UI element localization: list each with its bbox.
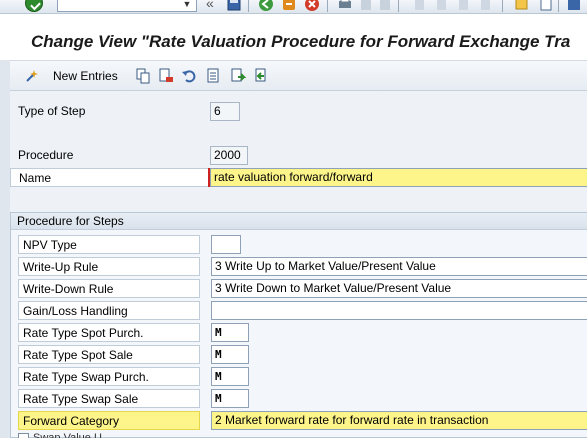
copy-icon[interactable] xyxy=(135,68,151,84)
procedure-for-steps-group: Procedure for Steps NPV Type Write-Up Ru… xyxy=(10,212,587,438)
create-session-icon[interactable] xyxy=(514,0,530,12)
last-page-icon[interactable] xyxy=(478,0,494,12)
new-entries-label: New Entries xyxy=(53,69,118,83)
system-toolbar: ▼ « xyxy=(0,0,587,14)
type-of-step-field[interactable]: 6 xyxy=(210,102,240,121)
name-label: Name xyxy=(10,168,210,187)
enter-icon[interactable] xyxy=(25,0,43,12)
rate-type-spot-purch-label: Rate Type Spot Purch. xyxy=(18,323,200,342)
forward-category-label: Forward Category xyxy=(18,411,200,430)
rate-type-swap-sale-field[interactable]: M xyxy=(211,389,249,408)
exit-icon[interactable] xyxy=(281,0,297,12)
rate-type-swap-purch-field[interactable]: M xyxy=(211,367,249,386)
chevron-down-icon[interactable]: ▼ xyxy=(180,0,194,11)
next-entry-icon[interactable] xyxy=(230,68,246,84)
rate-type-spot-sale-field[interactable]: M xyxy=(211,345,249,364)
delete-icon[interactable] xyxy=(158,68,174,84)
previous-entry-icon[interactable] xyxy=(254,68,270,84)
procedure-field[interactable]: 2000 xyxy=(210,146,248,165)
swap-value-checkbox[interactable] xyxy=(18,433,29,438)
title-bar: Change View "Rate Valuation Procedure fo… xyxy=(0,14,587,60)
new-entries-icon xyxy=(26,70,38,82)
main-content: Type of Step 6 Procedure 2000 Name rate … xyxy=(10,91,587,438)
application-toolbar: New Entries xyxy=(10,60,587,91)
name-field[interactable]: rate valuation forward/forward xyxy=(210,168,587,187)
save-icon[interactable] xyxy=(226,0,242,12)
page-title: Change View "Rate Valuation Procedure fo… xyxy=(31,32,571,51)
rate-type-swap-purch-label: Rate Type Swap Purch. xyxy=(18,367,200,386)
write-down-rule-label: Write-Down Rule xyxy=(18,279,200,298)
procedure-label: Procedure xyxy=(18,148,74,162)
rate-type-spot-purch-field[interactable]: M xyxy=(211,323,249,342)
new-entries-button[interactable]: New Entries xyxy=(25,66,118,86)
swap-value-label: Swap Value U... xyxy=(33,432,112,438)
gain-loss-handling-field[interactable] xyxy=(211,301,587,320)
find-icon[interactable] xyxy=(358,0,374,12)
previous-page-icon[interactable] xyxy=(434,0,450,12)
first-page-icon[interactable] xyxy=(412,0,428,12)
collapse-command-icon[interactable]: « xyxy=(206,0,214,11)
shortcut-icon[interactable] xyxy=(538,0,554,12)
rate-type-swap-sale-label: Rate Type Swap Sale xyxy=(18,389,200,408)
cancel-icon[interactable] xyxy=(304,0,320,12)
npv-type-field[interactable] xyxy=(211,235,241,254)
help-icon[interactable] xyxy=(566,0,582,12)
select-all-icon[interactable] xyxy=(206,68,222,84)
forward-category-field[interactable]: 2 Market forward rate for forward rate i… xyxy=(211,411,587,430)
command-field[interactable] xyxy=(57,0,197,12)
print-icon[interactable] xyxy=(337,0,353,12)
write-up-rule-label: Write-Up Rule xyxy=(18,257,200,276)
find-next-icon[interactable] xyxy=(377,0,393,12)
back-icon[interactable] xyxy=(258,0,274,12)
write-down-rule-field[interactable]: 3 Write Down to Market Value/Present Val… xyxy=(211,279,587,298)
npv-type-label: NPV Type xyxy=(18,235,200,254)
left-border-strip xyxy=(0,14,10,438)
next-page-icon[interactable] xyxy=(456,0,472,12)
write-up-rule-field[interactable]: 3 Write Up to Market Value/Present Value xyxy=(211,257,587,276)
group-title: Procedure for Steps xyxy=(11,213,587,230)
gain-loss-handling-label: Gain/Loss Handling xyxy=(18,301,200,320)
undo-icon[interactable] xyxy=(181,68,197,84)
rate-type-spot-sale-label: Rate Type Spot Sale xyxy=(18,345,200,364)
type-of-step-label: Type of Step xyxy=(18,104,86,118)
